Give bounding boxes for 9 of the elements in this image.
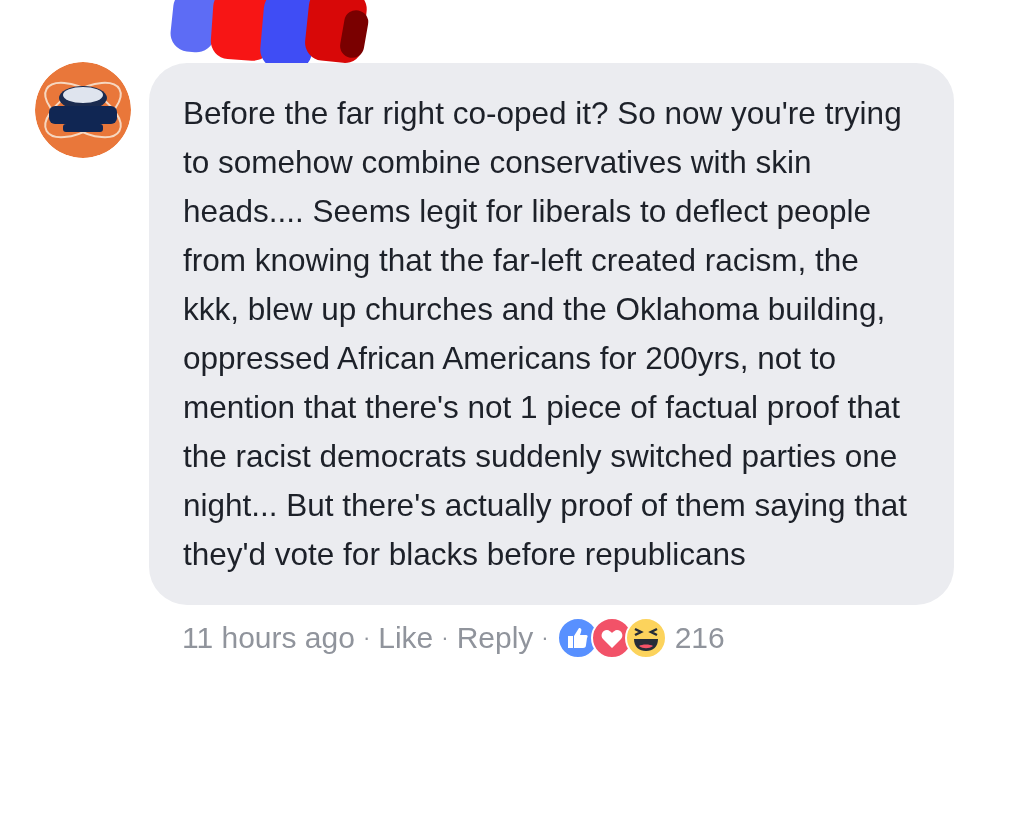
laughing-face-icon — [624, 617, 667, 659]
comment-text: Before the far right co-oped it? So now you're trying to somehow combine conservatives with skin heads.... Seems legit for liberals to deflect people from knowing that the far-left created racism, the kkk, blew up churches and the Oklahoma building, oppressed African Americans for 200yrs, not to mention that there's not 1 piece of factual proof that the racist democrats suddenly switched parties one night... But there's actually proof of them saying that they'd vote for blacks before republicans — [149, 63, 954, 605]
separator-dot: · — [441, 625, 449, 651]
timestamp: 11 hours ago — [182, 621, 355, 655]
action-link[interactable]: Like — [378, 621, 434, 655]
action-link[interactable]: Reply — [456, 621, 534, 655]
separator-dot: · — [541, 625, 549, 651]
separator-dot: · — [362, 625, 371, 651]
reaction-count: 216 — [674, 621, 725, 655]
